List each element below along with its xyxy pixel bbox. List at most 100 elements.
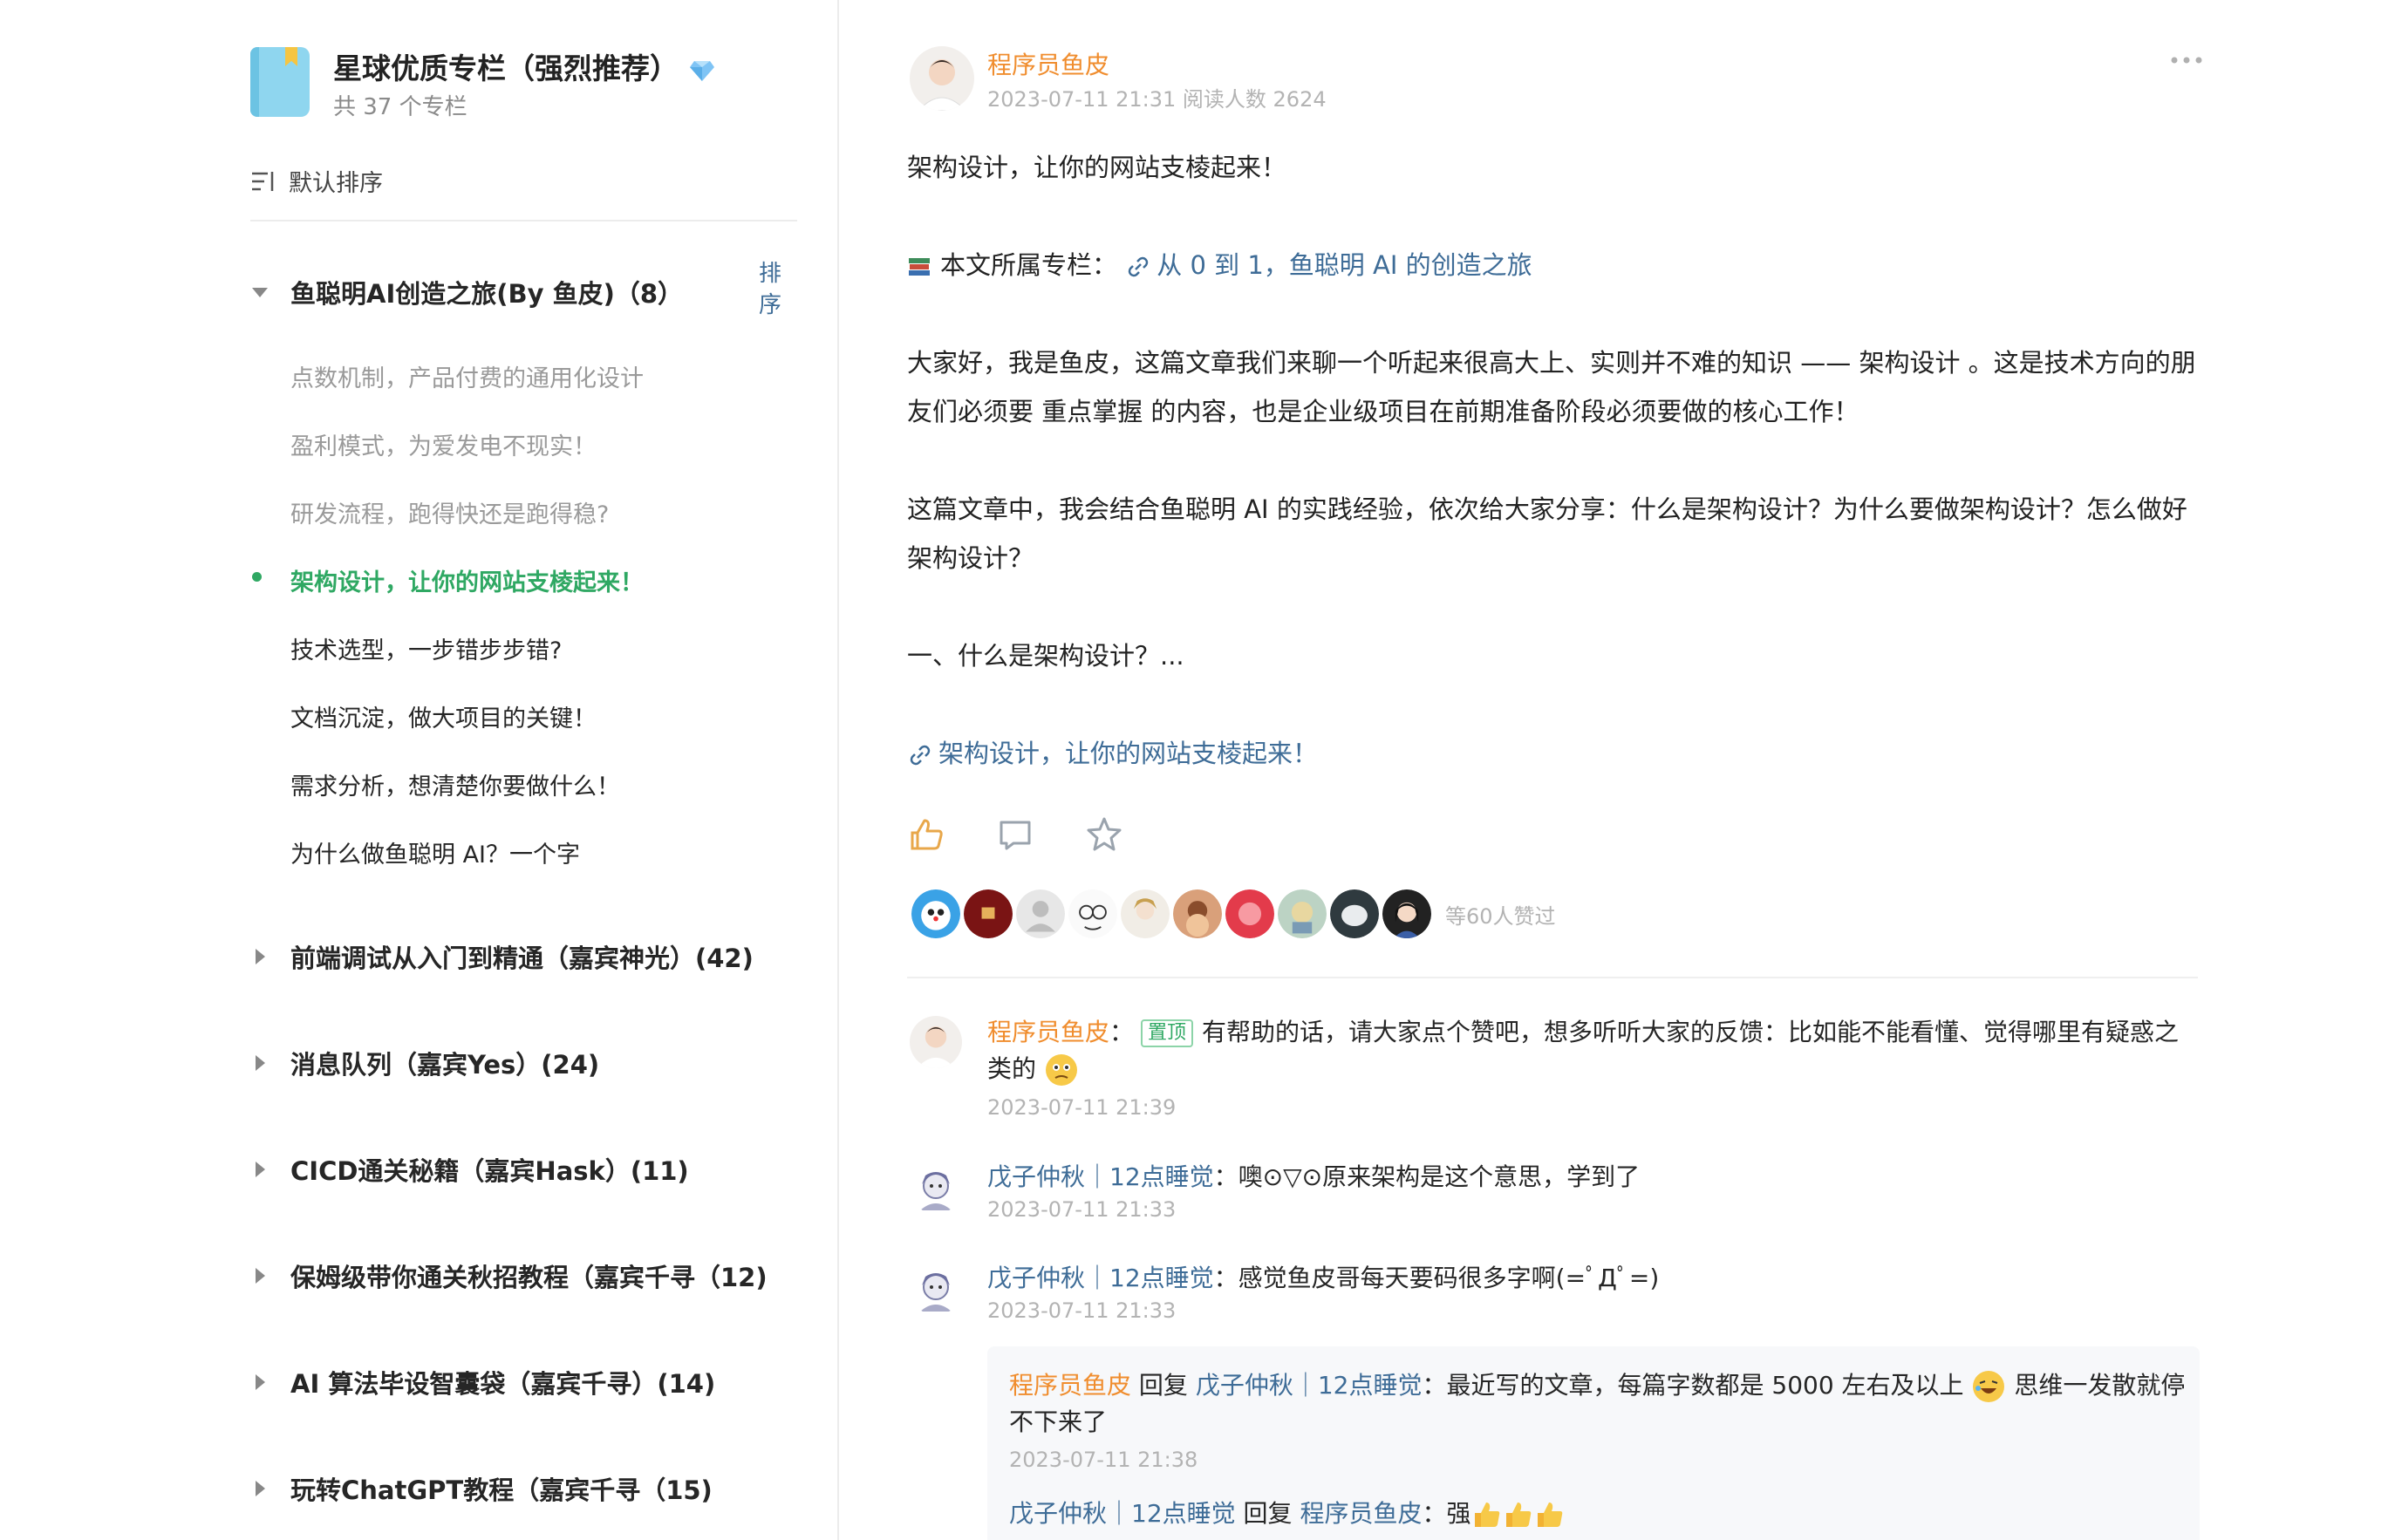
sort-label: 默认排序	[289, 170, 383, 197]
thumbs-up-emoji-icon	[1505, 1503, 1531, 1527]
chapter-item-message-queue[interactable]: 消息队列（嘉宾Yes）(24)	[250, 1045, 791, 1081]
sort-icon	[252, 171, 274, 191]
comment-time: 2023-07-11 21:33	[987, 1298, 1177, 1323]
reply-time: 2023-07-11 21:38	[1009, 1448, 1198, 1472]
caret-right-icon	[256, 1268, 265, 1284]
column-count: 共 37 个专栏	[333, 94, 467, 120]
article-link-text: 架构设计，让你的网站支棱起来！	[938, 739, 1319, 768]
article-item[interactable]: 研发流程，跑得快还是跑得稳?	[290, 495, 609, 529]
thinking-face-emoji-icon	[1045, 1054, 1077, 1086]
caret-right-icon	[256, 949, 265, 964]
default-sort-button[interactable]: 默认排序	[250, 164, 383, 198]
comment-item: 戊子仲秋｜12点睡觉：感觉鱼皮哥每天要码很多字啊(=ﾟДﾟ=)	[987, 1264, 1660, 1292]
paragraph-overview: 这篇文章中，我会结合鱼聪明 AI 的实践经验，依次给大家分享：什么是架构设计？为…	[907, 494, 2187, 573]
post-actions	[907, 815, 1174, 854]
article-item-active[interactable]: 架构设计，让你的网站支棱起来！	[290, 563, 644, 597]
likers-count[interactable]: 等60人赞过	[1445, 899, 1556, 930]
post-meta: 2023-07-11 21:31 阅读人数 2624	[987, 87, 1327, 112]
reply-author[interactable]: 程序员鱼皮	[1009, 1371, 1131, 1400]
diamond-icon	[690, 60, 714, 81]
article-item[interactable]: 为什么做鱼聪明 AI？一个字	[290, 835, 580, 869]
post-title-line: 架构设计，让你的网站支棱起来！	[907, 153, 1287, 182]
books-icon	[909, 258, 930, 276]
chapter-item-cicd[interactable]: CICD通关秘籍（嘉宾Hask）(11)	[250, 1151, 791, 1188]
chapter-item-ai-journey[interactable]: 鱼聪明AI创造之旅(By 鱼皮)（8）	[250, 274, 791, 310]
comment-item: 程序员鱼皮： 置顶 有帮助的话，请大家点个赞吧，想多听听大家的反馈：比如能不能看懂、…	[987, 1014, 2200, 1087]
comment-text: 感觉鱼皮哥每天要码很多字啊(=ﾟДﾟ=)	[1238, 1264, 1660, 1292]
more-options-icon[interactable]	[2169, 54, 2204, 66]
comment-item: 戊子仲秋｜12点睡觉：噢⊙▽⊙原来架构是这个意思，学到了	[987, 1162, 1641, 1191]
chapter-sort-button[interactable]: 排序	[757, 258, 783, 321]
comment-author[interactable]: 程序员鱼皮	[987, 1018, 1109, 1046]
section-heading: 一、什么是架构设计？...	[907, 641, 1184, 671]
author-avatar[interactable]	[910, 46, 974, 111]
column-link[interactable]: 从 0 到 1，鱼聪明 AI 的创造之旅	[1125, 250, 1532, 280]
article-link-line: 架构设计，让你的网站支棱起来！	[907, 729, 2198, 778]
like-icon[interactable]	[907, 815, 945, 854]
liker-avatar[interactable]	[1171, 888, 1224, 940]
column-book-icon	[250, 47, 310, 117]
liker-avatar[interactable]	[1119, 888, 1171, 940]
commenter-avatar[interactable]	[910, 1162, 962, 1214]
chapter-title: 鱼聪明AI创造之旅(By 鱼皮)（8）	[290, 279, 684, 309]
link-icon	[1129, 256, 1149, 277]
liker-avatar[interactable]	[1067, 888, 1119, 940]
chapter-title: 保姆级带你通关秋招教程（嘉宾千寻（12)	[290, 1263, 768, 1292]
reply-item: 程序员鱼皮 回复 戊子仲秋｜12点睡觉：最近写的文章，每篇字数都是 5000 左…	[1009, 1371, 2186, 1436]
comment-author[interactable]: 戊子仲秋｜12点睡觉	[987, 1264, 1214, 1292]
article-item[interactable]: 盈利模式，为爱发电不现实！	[290, 427, 597, 461]
reply-text: 最近写的文章，每篇字数都是 5000 左右及以上	[1446, 1371, 1964, 1400]
comment-text: 噢⊙▽⊙原来架构是这个意思，学到了	[1238, 1162, 1641, 1191]
comment-author[interactable]: 戊子仲秋｜12点睡觉	[987, 1162, 1214, 1191]
comment-icon[interactable]	[996, 815, 1034, 854]
caret-right-icon	[256, 1481, 265, 1496]
reply-word: 回复	[1243, 1499, 1293, 1528]
article-item[interactable]: 文档沉淀，做大项目的关键！	[290, 699, 597, 733]
liker-avatar[interactable]	[1276, 888, 1328, 940]
caret-down-icon	[252, 288, 268, 297]
commenter-avatar[interactable]	[910, 1263, 962, 1315]
reply-author[interactable]: 戊子仲秋｜12点睡觉	[1009, 1499, 1236, 1528]
thumbs-up-emoji-icon	[1537, 1503, 1562, 1527]
chapter-title: 消息队列（嘉宾Yes）(24)	[290, 1050, 600, 1080]
column-prefix: 本文所属专栏：	[940, 250, 1118, 280]
chapter-title: 玩转ChatGPT教程（嘉宾千寻（15)	[290, 1475, 713, 1505]
column-link-text: 从 0 到 1，鱼聪明 AI 的创造之旅	[1157, 250, 1532, 280]
caret-right-icon	[256, 1055, 265, 1071]
chapter-item-ai-algorithm[interactable]: AI 算法毕设智囊袋（嘉宾千寻）(14)	[250, 1364, 791, 1400]
divider	[907, 977, 2198, 978]
star-icon[interactable]	[1085, 815, 1123, 854]
author-name[interactable]: 程序员鱼皮	[987, 46, 1109, 81]
reply-word: 回复	[1138, 1371, 1188, 1400]
article-item[interactable]: 需求分析，想清楚你要做什么！	[290, 767, 620, 801]
commenter-avatar[interactable]	[910, 1016, 962, 1068]
pinned-badge: 置顶	[1141, 1019, 1194, 1047]
caret-right-icon	[256, 1162, 265, 1177]
article-item[interactable]: 技术选型，一步错步步错?	[290, 631, 562, 665]
reply-target[interactable]: 戊子仲秋｜12点睡觉	[1196, 1371, 1423, 1400]
liker-avatar[interactable]	[1224, 888, 1276, 940]
chapter-title: CICD通关秘籍（嘉宾Hask）(11)	[290, 1156, 689, 1186]
column-line: 本文所属专栏： 从 0 到 1，鱼聪明 AI 的创造之旅	[907, 241, 2198, 290]
liker-avatar[interactable]	[962, 888, 1014, 940]
chapter-title: 前端调试从入门到精通（嘉宾神光）(42)	[290, 944, 754, 973]
reply-target[interactable]: 程序员鱼皮	[1300, 1499, 1422, 1528]
chapter-item-frontend-debug[interactable]: 前端调试从入门到精通（嘉宾神光）(42)	[250, 938, 791, 975]
liker-avatar[interactable]	[910, 888, 962, 940]
paragraph-intro: 大家好，我是鱼皮，这篇文章我们来聊一个听起来很高大上、实则并不难的知识 —— 架…	[907, 348, 2196, 426]
liker-avatar[interactable]	[1381, 888, 1433, 940]
article-item[interactable]: 点数机制，产品付费的通用化设计	[290, 359, 644, 393]
chapter-item-autumn-recruit[interactable]: 保姆级带你通关秋招教程（嘉宾千寻（12)	[250, 1257, 791, 1294]
active-indicator-dot	[252, 572, 262, 582]
likers-row: 等60人赞过	[910, 888, 1556, 940]
chapter-item-chatgpt[interactable]: 玩转ChatGPT教程（嘉宾千寻（15)	[250, 1470, 791, 1507]
column-sidebar: 星球优质专栏（强烈推荐） 共 37 个专栏 默认排序 鱼聪明AI创造之旅(By …	[0, 0, 839, 1540]
article-link[interactable]: 架构设计，让你的网站支棱起来！	[907, 739, 1318, 768]
comment-time: 2023-07-11 21:33	[987, 1197, 1177, 1222]
liker-avatar[interactable]	[1328, 888, 1381, 940]
laughing-face-emoji-icon	[1973, 1371, 2005, 1402]
reply-item: 戊子仲秋｜12点睡觉 回复 程序员鱼皮：强	[1009, 1496, 2187, 1532]
thumbs-up-emoji-icon	[1474, 1503, 1499, 1527]
liker-avatar[interactable]	[1014, 888, 1067, 940]
link-icon	[910, 745, 931, 766]
